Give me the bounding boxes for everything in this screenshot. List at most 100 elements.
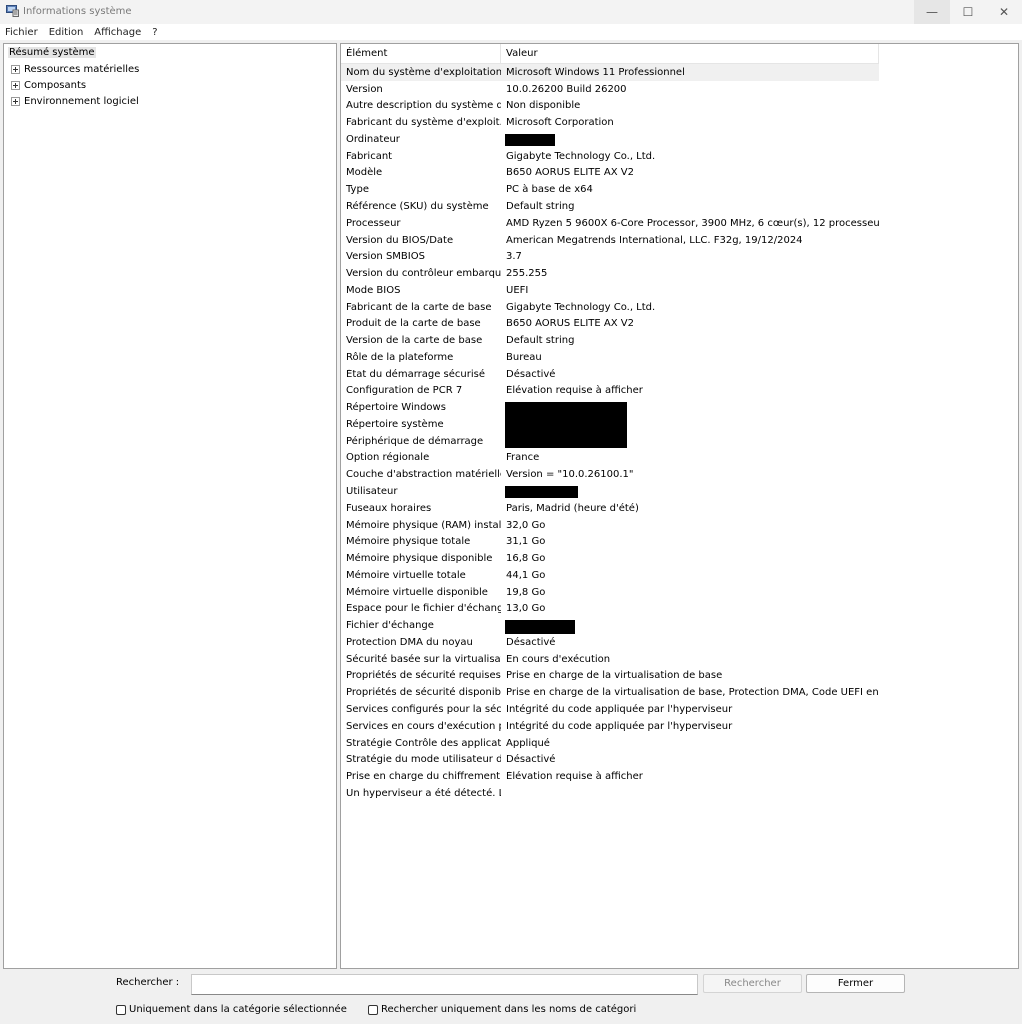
tree-item-composants[interactable]: Composants — [11, 80, 86, 91]
table-row[interactable]: Propriétés de sécurité disponib... Prise … — [341, 684, 879, 701]
column-header-valeur[interactable]: Valeur — [501, 44, 879, 64]
expand-icon[interactable] — [11, 97, 20, 106]
menu-affichage[interactable]: Affichage — [94, 27, 141, 38]
table-row[interactable]: Fabricant Gigabyte Technology Co., Ltd. — [341, 148, 879, 165]
table-row[interactable]: Version 10.0.26200 Build 26200 — [341, 81, 879, 98]
search-input[interactable] — [191, 974, 698, 995]
table-row[interactable]: Produit de la carte de base B650 AORUS EL… — [341, 315, 879, 332]
table-row[interactable]: Services en cours d'exécution p... Intégr… — [341, 718, 879, 735]
checkbox-icon[interactable] — [368, 1004, 378, 1015]
table-row[interactable]: Protection DMA du noyau Désactivé — [341, 634, 879, 651]
table-row[interactable]: Utilisateur — [341, 483, 879, 500]
table-row[interactable]: Mémoire physique (RAM) instal... 32,0 Go — [341, 517, 879, 534]
search-button[interactable]: Rechercher — [703, 974, 802, 993]
tree-item-ressources-materielles[interactable]: Ressources matérielles — [11, 64, 139, 75]
close-button[interactable]: Fermer — [806, 974, 905, 993]
column-header-element[interactable]: Élément — [341, 44, 501, 64]
row-element: Mémoire virtuelle disponible — [346, 586, 488, 598]
table-row[interactable]: Ordinateur — [341, 131, 879, 148]
tree-item-environnement-logiciel[interactable]: Environnement logiciel — [11, 96, 139, 107]
row-element: Sécurité basée sur la virtualisati... — [346, 653, 501, 665]
table-row[interactable]: Processeur AMD Ryzen 5 9600X 6-Core Proce… — [341, 215, 879, 232]
table-row[interactable]: Propriétés de sécurité requises... Prise … — [341, 668, 879, 685]
category-tree[interactable]: Résumé système Ressources matérielles Co… — [3, 43, 337, 969]
table-row[interactable]: Services configurés pour la séc... Intégr… — [341, 701, 879, 718]
row-value: Bureau — [506, 351, 542, 363]
row-value: 32,0 Go — [506, 519, 546, 531]
menu-fichier[interactable]: Fichier — [5, 27, 38, 38]
row-element: Fuseaux horaires — [346, 502, 432, 514]
expand-icon[interactable] — [11, 65, 20, 74]
row-value: UEFI — [506, 284, 529, 296]
row-element: Un hyperviseur a été détecté. L... — [346, 787, 501, 799]
table-row[interactable]: Configuration de PCR 7 Élévation requise … — [341, 383, 879, 400]
maximize-button[interactable]: ☐ — [950, 0, 986, 24]
table-row[interactable]: Espace pour le fichier d'échange 13,0 Go — [341, 601, 879, 618]
checkbox-icon[interactable] — [116, 1004, 126, 1015]
system-info-icon — [6, 5, 19, 17]
tree-item-resume-systeme[interactable]: Résumé système — [8, 47, 96, 58]
search-panel: Rechercher : Rechercher Fermer Uniquemen… — [0, 969, 1022, 1024]
table-row[interactable]: Fuseaux horaires Paris, Madrid (heure d'é… — [341, 500, 879, 517]
row-value: Version = "10.0.26100.1" — [506, 469, 634, 481]
table-row[interactable]: Stratégie Contrôle des applicat... Appliq… — [341, 735, 879, 752]
table-row[interactable]: Version du contrôleur embarqué 255.255 — [341, 265, 879, 282]
table-row[interactable]: Référence (SKU) du système Default string — [341, 198, 879, 215]
row-element: Ordinateur — [346, 133, 400, 145]
menu-help[interactable]: ? — [152, 27, 157, 38]
redaction-bar — [505, 134, 555, 146]
table-row[interactable]: Mémoire virtuelle disponible 19,8 Go — [341, 584, 879, 601]
redaction-bar — [505, 402, 627, 448]
row-value: Désactivé — [506, 368, 556, 380]
table-row[interactable]: Fabricant du système d'exploit... Microso… — [341, 114, 879, 131]
table-row[interactable]: Rôle de la plateforme Bureau — [341, 349, 879, 366]
row-element: Modèle — [346, 167, 383, 179]
details-list[interactable]: Élément Valeur Nom du système d'exploita… — [340, 43, 1019, 969]
table-row[interactable]: Version SMBIOS 3.7 — [341, 248, 879, 265]
table-row[interactable]: Version du BIOS/Date American Megatrends … — [341, 232, 879, 249]
table-row[interactable]: État du démarrage sécurisé Désactivé — [341, 366, 879, 383]
table-row[interactable]: Stratégie du mode utilisateur d... Désact… — [341, 751, 879, 768]
table-row[interactable]: Type PC à base de x64 — [341, 181, 879, 198]
table-row[interactable]: Couche d'abstraction matérielle Version =… — [341, 466, 879, 483]
checkbox-names-only[interactable]: Rechercher uniquement dans les noms de c… — [368, 1004, 636, 1015]
expand-icon[interactable] — [11, 81, 20, 90]
table-row[interactable]: Sécurité basée sur la virtualisati... En … — [341, 651, 879, 668]
row-element: Fabricant du système d'exploit... — [346, 117, 501, 129]
row-value: American Megatrends International, LLC. … — [506, 234, 803, 246]
row-element: Fichier d'échange — [346, 620, 434, 632]
table-row[interactable]: Nom du système d'exploitation Microsoft W… — [341, 64, 879, 81]
close-window-button[interactable]: ✕ — [986, 0, 1022, 24]
table-row[interactable]: Mémoire physique disponible 16,8 Go — [341, 550, 879, 567]
row-element: Nom du système d'exploitation — [346, 66, 501, 78]
row-value: En cours d'exécution — [506, 653, 611, 665]
row-element: Couche d'abstraction matérielle — [346, 469, 501, 481]
table-row[interactable]: Un hyperviseur a été détecté. L... — [341, 785, 879, 802]
row-value: B650 AORUS ELITE AX V2 — [506, 318, 634, 330]
row-element: Utilisateur — [346, 486, 398, 498]
row-value: AMD Ryzen 5 9600X 6-Core Processor, 3900… — [506, 217, 879, 229]
window-title: Informations système — [23, 6, 132, 17]
row-element: Configuration de PCR 7 — [346, 385, 463, 397]
table-row[interactable]: Mémoire virtuelle totale 44,1 Go — [341, 567, 879, 584]
table-row[interactable]: Autre description du système d... Non dis… — [341, 98, 879, 115]
table-row[interactable]: Option régionale France — [341, 450, 879, 467]
minimize-button[interactable]: — — [914, 0, 950, 24]
row-element: Processeur — [346, 217, 401, 229]
row-value: Paris, Madrid (heure d'été) — [506, 502, 639, 514]
table-row[interactable]: Version de la carte de base Default strin… — [341, 332, 879, 349]
table-row[interactable]: Prise en charge du chiffrement ... Élévat… — [341, 768, 879, 785]
row-element: Mémoire virtuelle totale — [346, 569, 466, 581]
checkbox-label: Uniquement dans la catégorie sélectionné… — [129, 1004, 347, 1015]
table-row[interactable]: Mode BIOS UEFI — [341, 282, 879, 299]
menu-edition[interactable]: Edition — [49, 27, 84, 38]
row-element: État du démarrage sécurisé — [346, 368, 486, 380]
table-row[interactable]: Fichier d'échange — [341, 617, 879, 634]
table-row[interactable]: Mémoire physique totale 31,1 Go — [341, 533, 879, 550]
table-row[interactable]: Fabricant de la carte de base Gigabyte Te… — [341, 299, 879, 316]
table-row[interactable]: Modèle B650 AORUS ELITE AX V2 — [341, 165, 879, 182]
row-value: Default string — [506, 335, 575, 347]
row-element: Version — [346, 83, 383, 95]
row-element: Fabricant de la carte de base — [346, 301, 492, 313]
checkbox-category-only[interactable]: Uniquement dans la catégorie sélectionné… — [116, 1004, 347, 1015]
